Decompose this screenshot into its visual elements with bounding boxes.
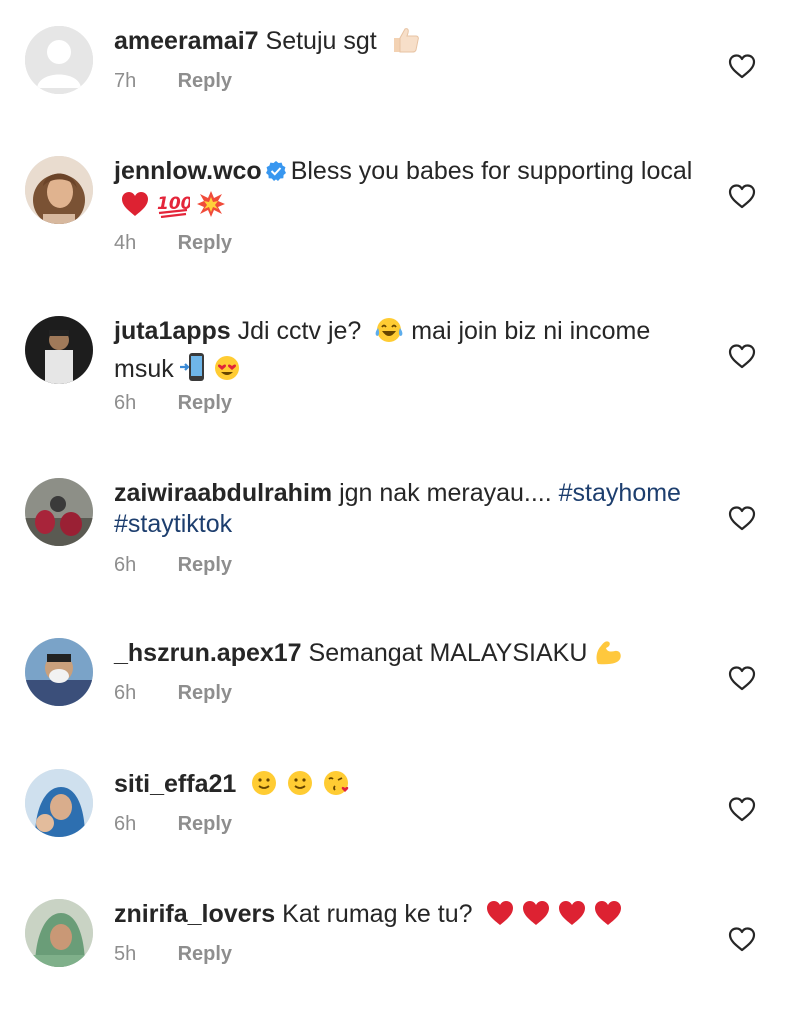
reply-button[interactable]: Reply: [178, 813, 232, 835]
avatar-jennlow[interactable]: [25, 156, 93, 224]
comment-body: _hszrun.apex17 Semangat MALAYSIAKU 6h Re…: [114, 638, 694, 704]
comment-message: Setuju sgt: [265, 27, 377, 55]
hundred-points-icon: 100: [156, 190, 193, 226]
comment-time: 5h: [114, 943, 137, 965]
comment-meta: 4h Reply: [114, 232, 232, 255]
heart-outline-icon[interactable]: [727, 52, 757, 80]
comment-meta: 6h Reply: [114, 682, 232, 705]
slight-smile-icon: [249, 769, 279, 805]
comment-username[interactable]: zaiwiraabdulrahim: [114, 479, 332, 507]
red-heart-icon: [521, 899, 551, 935]
avatar-default[interactable]: [25, 26, 93, 94]
avatar-zaiwiraabdulrahim[interactable]: [25, 478, 93, 546]
comment-time: 6h: [114, 813, 137, 835]
tears-of-joy-icon: [374, 316, 404, 352]
comment-meta: 5h Reply: [114, 943, 232, 966]
comment-username[interactable]: siti_effa21: [114, 770, 236, 798]
flexed-biceps-icon: [593, 638, 623, 674]
thumbs-up-icon: [390, 26, 420, 62]
reply-button[interactable]: Reply: [178, 392, 232, 414]
comment-time: 7h: [114, 70, 137, 92]
comment-username[interactable]: znirifa_lovers: [114, 900, 275, 928]
comment-time: 6h: [114, 392, 137, 414]
heart-outline-icon[interactable]: [727, 182, 757, 210]
avatar-hszrun-apex17[interactable]: [25, 638, 93, 706]
comment-text: znirifa_lovers Kat rumag ke tu?: [114, 899, 694, 935]
heart-outline-icon[interactable]: [727, 504, 757, 532]
comment-text: siti_effa21: [114, 769, 694, 805]
comment-meta: 6h Reply: [114, 813, 232, 836]
heart-outline-icon[interactable]: [727, 795, 757, 823]
mobile-arrow-icon: [179, 352, 206, 390]
red-heart-icon: [120, 190, 150, 226]
reply-button[interactable]: Reply: [178, 232, 232, 254]
comment-meta: 7h Reply: [114, 70, 232, 93]
comment-message: Jdi cctv je?: [237, 317, 362, 345]
comment-body: zaiwiraabdulrahim jgn nak merayau.... #s…: [114, 478, 694, 576]
comment-body: jennlow.wco Bless you babes for supportin…: [114, 156, 694, 254]
reply-button[interactable]: Reply: [178, 682, 232, 704]
reply-button[interactable]: Reply: [178, 943, 232, 965]
comment-text: ameeramai7 Setuju sgt: [114, 26, 694, 62]
reply-button[interactable]: Reply: [178, 554, 232, 576]
heart-eyes-icon: [212, 354, 242, 390]
comment-username[interactable]: jennlow.wco: [114, 157, 262, 185]
collision-icon: [196, 190, 226, 226]
comment-text: juta1apps Jdi cctv je? mai join biz ni i…: [114, 316, 694, 390]
red-heart-icon: [593, 899, 623, 935]
comment-message: jgn nak merayau....: [339, 479, 552, 507]
comment-body: siti_effa21 6h Reply: [114, 769, 694, 835]
heart-outline-icon[interactable]: [727, 664, 757, 692]
comment-username[interactable]: ameeramai7: [114, 27, 259, 55]
comment-body: ameeramai7 Setuju sgt 7h Reply: [114, 26, 694, 92]
reply-button[interactable]: Reply: [178, 70, 232, 92]
comment-message: Semangat MALAYSIAKU: [308, 639, 588, 667]
red-heart-icon: [557, 899, 587, 935]
comment-time: 4h: [114, 232, 137, 254]
comment-username[interactable]: juta1apps: [114, 317, 231, 345]
comment-body: znirifa_lovers Kat rumag ke tu? 5h Reply: [114, 899, 694, 965]
verified-badge-icon: [265, 159, 287, 190]
comment-text: _hszrun.apex17 Semangat MALAYSIAKU: [114, 638, 694, 674]
heart-outline-icon[interactable]: [727, 342, 757, 370]
comment-body: juta1apps Jdi cctv je? mai join biz ni i…: [114, 316, 694, 414]
comment-username[interactable]: _hszrun.apex17: [114, 639, 302, 667]
comment-text: jennlow.wco Bless you babes for supportin…: [114, 156, 694, 226]
face-blowing-kiss-icon: [321, 769, 351, 805]
avatar-juta1apps[interactable]: [25, 316, 93, 384]
avatar-siti-effa21[interactable]: [25, 769, 93, 837]
slight-smile-icon: [285, 769, 315, 805]
comment-meta: 6h Reply: [114, 554, 232, 577]
comment-meta: 6h Reply: [114, 392, 232, 415]
red-heart-icon: [485, 899, 515, 935]
comment-message: Kat rumag ke tu?: [282, 900, 473, 928]
heart-outline-icon[interactable]: [727, 925, 757, 953]
comment-time: 6h: [114, 554, 137, 576]
comment-message: Bless you babes for supporting local: [290, 157, 693, 185]
comment-time: 6h: [114, 682, 137, 704]
comment-text: zaiwiraabdulrahim jgn nak merayau.... #s…: [114, 478, 694, 540]
avatar-znirifa-lovers[interactable]: [25, 899, 93, 967]
